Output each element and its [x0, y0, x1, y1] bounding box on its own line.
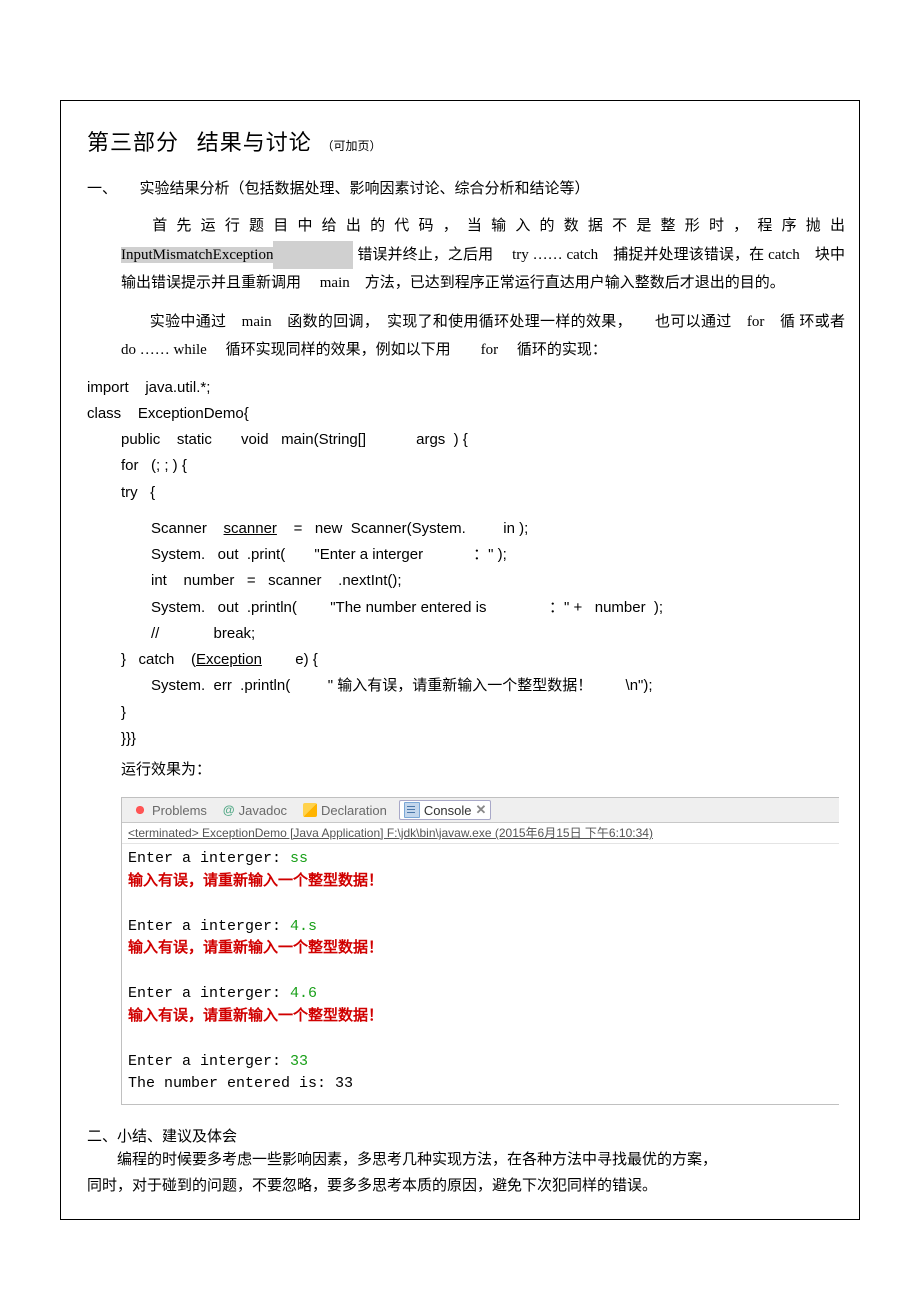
console-tabbar: Problems @ Javadoc Declaration Console ✕ [122, 798, 839, 823]
code-line: Scanner scanner = new Scanner(System. in… [87, 516, 849, 542]
tab-declaration[interactable]: Declaration [299, 802, 391, 819]
code-line: }}} [87, 726, 849, 752]
underline-scanner: scanner [224, 520, 277, 537]
section-title: 第三部分 结果与讨论 （可加页） [87, 125, 849, 157]
console-output: Enter a interger: ss 输入有误，请重新输入一个整型数据！ E… [122, 844, 839, 1104]
title-name: 结果与讨论 [197, 130, 312, 155]
javadoc-icon: @ [223, 803, 235, 817]
code-line: } [87, 700, 849, 726]
tab-label: Declaration [321, 803, 387, 818]
code-line: import java.util.*; [87, 375, 849, 401]
tab-javadoc[interactable]: @ Javadoc [219, 802, 291, 819]
run-result-label: 运行效果为： [121, 758, 849, 779]
code-line: System. out .print( "Enter a interger ："… [87, 542, 849, 568]
para1: 首 先 运 行 题 目 中 给 出 的 代 码 ， 当 输 入 的 数 据 不 … [87, 212, 849, 298]
tab-label: Problems [152, 803, 207, 818]
para2-a: 实验中通过 main 函数的回调， 实现了和使用循环处理一样的效果， 也可以通过… [150, 314, 796, 330]
code-line: System. err .println( " 输入有误，请重新输入一个整型数据… [87, 673, 849, 699]
code-line: int number = scanner .nextInt(); [87, 568, 849, 594]
code-line: } catch (Exception e) { [87, 647, 849, 673]
tab-label: Javadoc [239, 803, 287, 818]
blank-line [87, 506, 849, 516]
para1-a: 首 先 运 行 题 目 中 给 出 的 代 码 ， 当 输 入 的 数 据 不 … [150, 218, 846, 234]
section2-p2: 同时，对于碰到的问题，不要忽略，要多多思考本质的原因，避免下次犯同样的错误。 [87, 1174, 849, 1199]
declaration-icon [303, 803, 317, 817]
tab-console[interactable]: Console ✕ [399, 800, 492, 820]
console-icon [404, 802, 420, 818]
tab-problems[interactable]: Problems [128, 801, 211, 819]
code-line: System. out .println( "The number entere… [87, 595, 849, 621]
title-part: 第三部分 [87, 130, 179, 155]
section2-heading: 二、小结、建议及体会 [87, 1125, 849, 1146]
close-icon[interactable]: ✕ [476, 802, 487, 818]
code-line: public static void main(String[] args ) … [87, 427, 849, 453]
title-note: （可加页） [322, 139, 382, 153]
section2-p1: 编程的时候要多考虑一些影响因素，多思考几种实现方法，在各种方法中寻找最优的方案， [87, 1148, 849, 1173]
eclipse-console: Problems @ Javadoc Declaration Console ✕… [121, 797, 839, 1105]
problems-icon [132, 802, 148, 818]
code-block: import java.util.*; class ExceptionDemo{… [87, 375, 849, 753]
code-line: for (; ; ) { [87, 453, 849, 479]
code-line: // break; [87, 621, 849, 647]
code-line: try { [87, 480, 849, 506]
highlight-exception: InputMismatchException [121, 247, 273, 263]
terminated-line: <terminated> ExceptionDemo [Java Applica… [122, 823, 839, 844]
code-line: class ExceptionDemo{ [87, 401, 849, 427]
document-frame: 第三部分 结果与讨论 （可加页） 一、 实验结果分析（包括数据处理、影响因素讨论… [60, 100, 860, 1220]
underline-exception: Exception [196, 651, 262, 668]
para1-b: 错误并终止，之后用 try …… catch 捕捉并处理该错误，在 [357, 247, 764, 263]
tab-label: Console [424, 803, 472, 818]
para2: 实验中通过 main 函数的回调， 实现了和使用循环处理一样的效果， 也可以通过… [87, 308, 849, 365]
section1-heading: 一、 实验结果分析（包括数据处理、影响因素讨论、综合分析和结论等） [87, 177, 849, 198]
